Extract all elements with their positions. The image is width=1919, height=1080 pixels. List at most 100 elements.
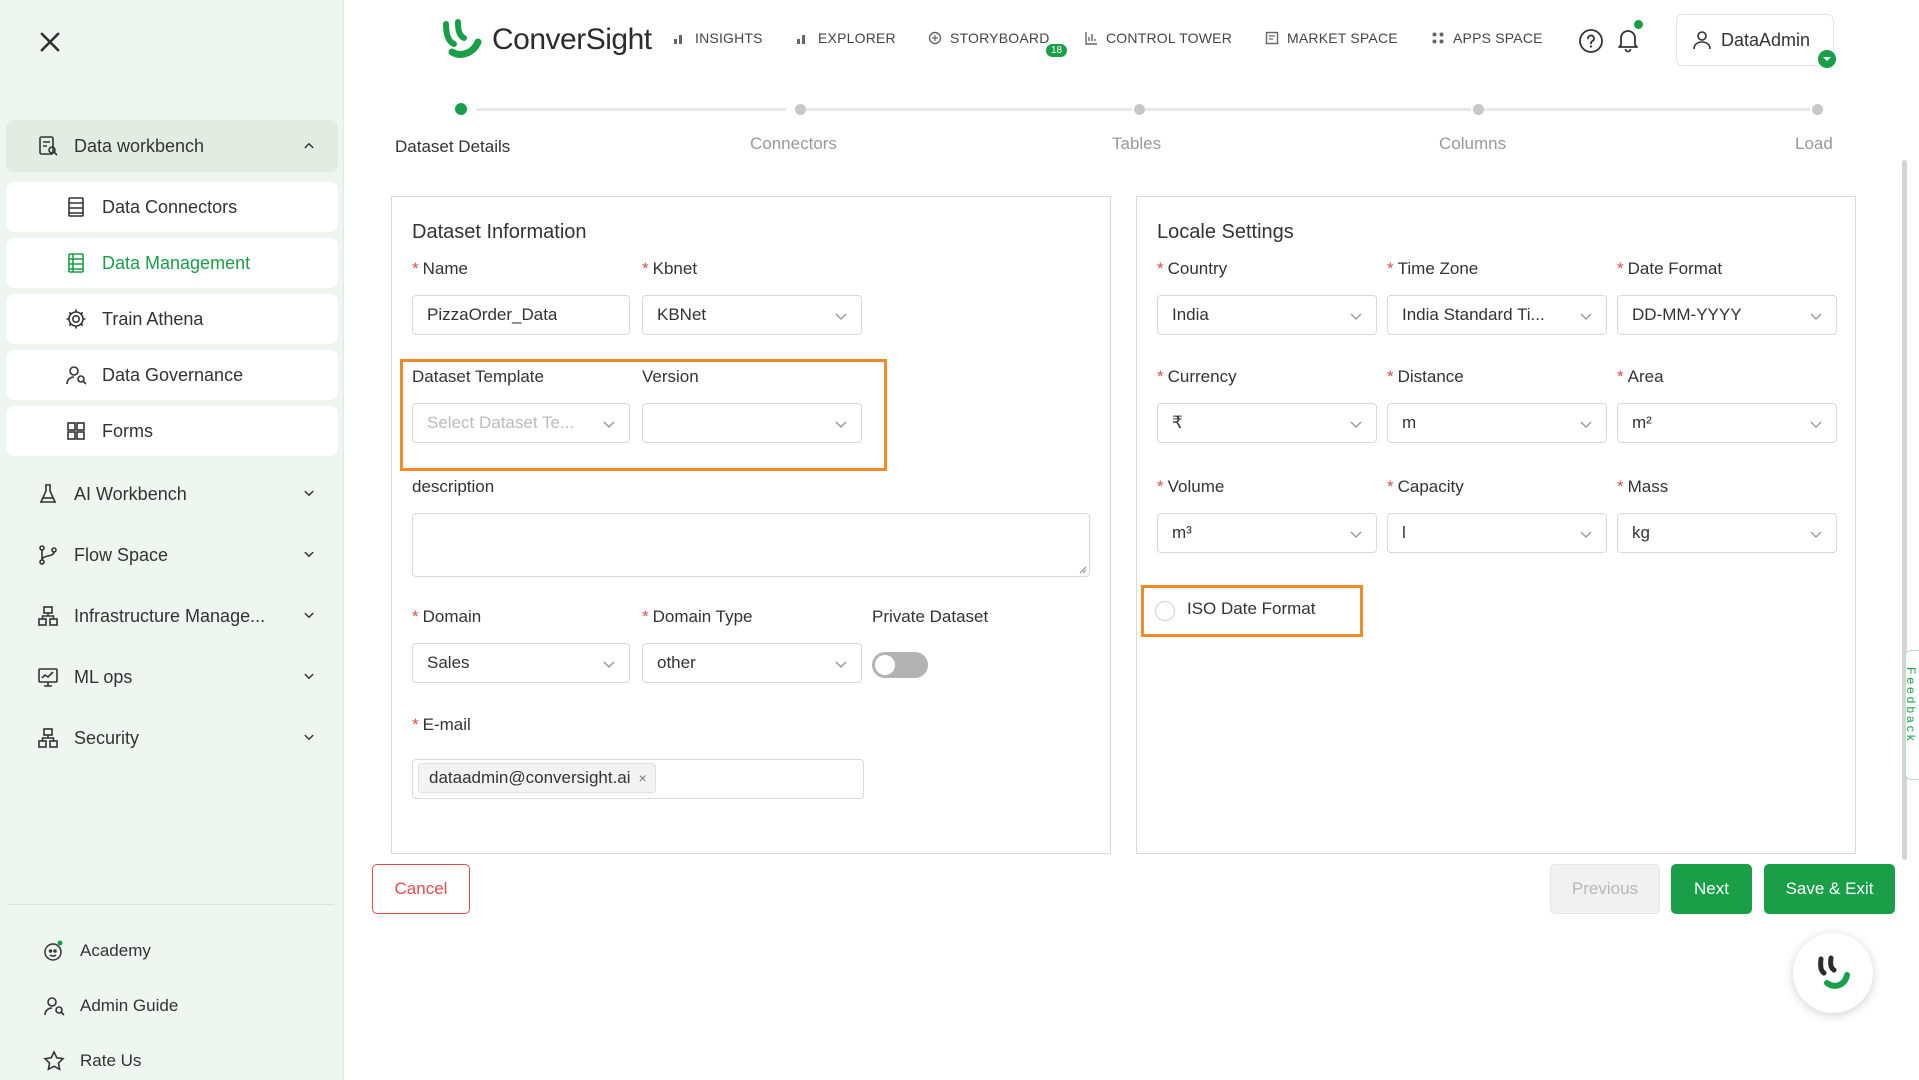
- sidebar: Data workbench Data Connectors Data Mana…: [0, 0, 344, 1080]
- sidebar-item-flow-space[interactable]: Flow Space: [0, 529, 344, 581]
- sidebar-item-forms[interactable]: Forms: [6, 406, 338, 456]
- domain-select[interactable]: Sales: [412, 643, 630, 683]
- data-management-icon: [64, 251, 88, 275]
- sidebar-item-label: Data Connectors: [102, 196, 238, 217]
- sidebar-item-train-athena[interactable]: Train Athena: [6, 294, 338, 344]
- chevron-down-icon: [833, 308, 849, 324]
- chatbot-button[interactable]: [1793, 933, 1873, 1013]
- sidebar-item-infrastructure[interactable]: Infrastructure Manage...: [0, 590, 344, 642]
- sidebar-item-security[interactable]: Security: [0, 712, 344, 764]
- step-load[interactable]: Load: [1795, 134, 1833, 154]
- star-icon: [42, 1049, 66, 1073]
- nav-label: APPS SPACE: [1453, 30, 1543, 46]
- ml-ops-icon: [36, 665, 60, 689]
- chevron-down-icon: [1578, 526, 1594, 542]
- chevron-down-icon: [1348, 526, 1364, 542]
- sidebar-divider: [8, 904, 334, 905]
- email-tag: dataadmin@conversight.ai ×: [418, 763, 656, 793]
- remove-tag-icon[interactable]: ×: [639, 770, 647, 786]
- user-icon: [1693, 31, 1711, 50]
- mass-select[interactable]: kg: [1617, 513, 1837, 553]
- sidebar-item-admin-guide[interactable]: Admin Guide: [42, 986, 178, 1026]
- bar-chart-icon: [674, 35, 682, 44]
- save-exit-button[interactable]: Save & Exit: [1764, 864, 1895, 914]
- iso-date-format-checkbox[interactable]: [1155, 601, 1175, 621]
- sidebar-item-label: Data Governance: [102, 364, 244, 385]
- infrastructure-icon: [36, 604, 60, 628]
- nav-control-tower[interactable]: CONTROL TOWER: [1084, 30, 1232, 46]
- currency-select[interactable]: ₹: [1157, 403, 1377, 443]
- step-dot: [1473, 104, 1484, 115]
- help-icon[interactable]: [1578, 28, 1604, 54]
- cancel-button[interactable]: Cancel: [372, 864, 470, 914]
- step-connectors[interactable]: Connectors: [750, 134, 837, 154]
- name-label: * Name: [412, 259, 468, 278]
- sidebar-item-ml-ops[interactable]: ML ops: [0, 651, 344, 703]
- chevron-down-icon: [1808, 308, 1824, 324]
- user-caret-icon[interactable]: [1818, 50, 1836, 68]
- nav-label: INSIGHTS: [695, 30, 763, 46]
- conversight-logo-icon: [443, 19, 482, 58]
- step-tables[interactable]: Tables: [1112, 134, 1161, 154]
- nav-storyboard[interactable]: STORYBOARD: [928, 30, 1050, 46]
- bell-icon[interactable]: [1614, 26, 1642, 54]
- user-menu[interactable]: DataAdmin: [1676, 14, 1834, 66]
- description-label: description: [412, 477, 495, 496]
- step-dataset-details[interactable]: Dataset Details: [395, 137, 510, 157]
- country-select[interactable]: India: [1157, 295, 1377, 335]
- capacity-select[interactable]: l: [1387, 513, 1607, 553]
- distance-label: * Distance: [1387, 367, 1464, 386]
- user-name: DataAdmin: [1721, 29, 1811, 50]
- timezone-label: * Time Zone: [1387, 259, 1479, 278]
- description-textarea[interactable]: [412, 513, 1090, 577]
- nav-label: EXPLORER: [818, 30, 896, 46]
- nav-insights[interactable]: INSIGHTS: [673, 30, 763, 46]
- sidebar-item-rate-us[interactable]: Rate Us: [42, 1041, 141, 1080]
- close-icon[interactable]: [36, 28, 64, 56]
- previous-button[interactable]: Previous: [1550, 864, 1660, 914]
- sidebar-group-data-workbench[interactable]: Data workbench: [6, 120, 338, 172]
- nav-label: CONTROL TOWER: [1106, 30, 1233, 46]
- locale-settings-panel: Locale Settings * Country India * Time Zon…: [1136, 196, 1856, 854]
- nav-explorer[interactable]: EXPLORER: [796, 30, 896, 46]
- distance-select[interactable]: m: [1387, 403, 1607, 443]
- domain-label: * Domain: [412, 607, 482, 626]
- chevron-up-icon: [300, 137, 318, 155]
- next-button[interactable]: Next: [1671, 864, 1752, 914]
- sidebar-item-data-management[interactable]: Data Management: [6, 238, 338, 288]
- nav-market-space[interactable]: MARKET SPACE: [1265, 30, 1398, 46]
- sidebar-item-label: AI Workbench: [74, 483, 187, 504]
- logo-text: ConverSight: [492, 23, 652, 56]
- logo[interactable]: ConverSight: [440, 18, 652, 62]
- step-dot: [1134, 104, 1145, 115]
- chatbot-icon: [1818, 955, 1850, 989]
- flask-icon: [36, 482, 60, 506]
- nav-label: MARKET SPACE: [1287, 30, 1398, 46]
- gear-icon: [64, 307, 88, 331]
- volume-select[interactable]: m³: [1157, 513, 1377, 553]
- notification-dot: [1634, 20, 1643, 29]
- timezone-select[interactable]: India Standard Ti...: [1387, 295, 1607, 335]
- toggle-knob: [875, 655, 895, 675]
- sidebar-item-label: Security: [74, 727, 140, 748]
- sidebar-group-label: Data workbench: [74, 135, 205, 156]
- nav-apps-space[interactable]: APPS SPACE: [1431, 30, 1543, 46]
- kbnet-select[interactable]: KBNet: [642, 295, 862, 335]
- date-format-label: * Date Format: [1617, 259, 1723, 278]
- feedback-tab[interactable]: Feedback: [1904, 650, 1919, 780]
- sidebar-item-data-governance[interactable]: Data Governance: [6, 350, 338, 400]
- domain-type-select[interactable]: other: [642, 643, 862, 683]
- sidebar-item-ai-workbench[interactable]: AI Workbench: [0, 468, 344, 520]
- private-dataset-toggle[interactable]: [872, 652, 928, 678]
- date-format-select[interactable]: DD-MM-YYYY: [1617, 295, 1837, 335]
- admin-guide-icon: [42, 994, 66, 1018]
- step-columns[interactable]: Columns: [1439, 134, 1506, 154]
- sidebar-item-academy[interactable]: Academy: [42, 931, 151, 971]
- area-select[interactable]: m²: [1617, 403, 1837, 443]
- panel-title: Locale Settings: [1157, 221, 1294, 243]
- apps-space-icon: [1432, 32, 1444, 44]
- sidebar-item-data-connectors[interactable]: Data Connectors: [6, 182, 338, 232]
- chevron-down-icon: [1578, 416, 1594, 432]
- chevron-down-icon: [1578, 308, 1594, 324]
- name-input[interactable]: PizzaOrder_Data: [412, 295, 630, 335]
